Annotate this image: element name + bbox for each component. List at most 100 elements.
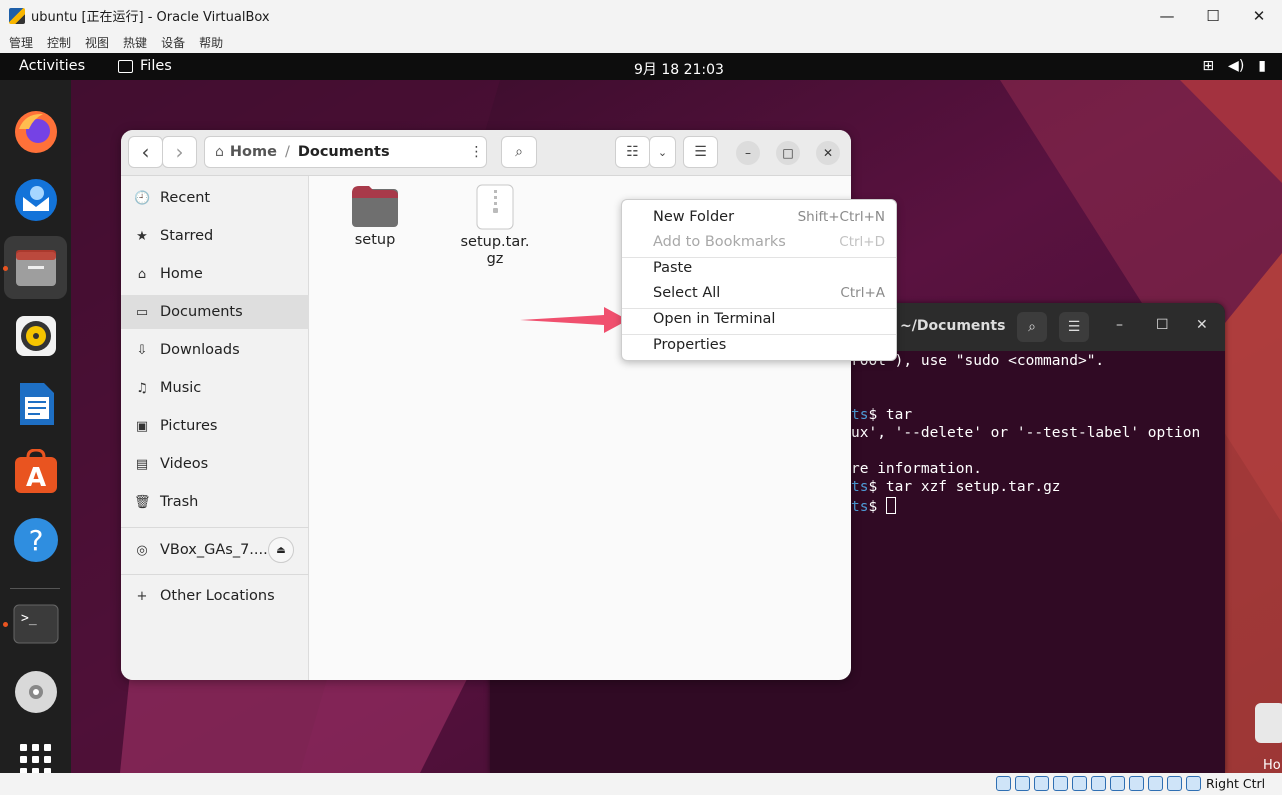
- sidebar-item-other-locations[interactable]: + Other Locations: [121, 579, 309, 613]
- hdd-icon[interactable]: [996, 776, 1011, 791]
- kebab-icon: ⋮: [469, 144, 484, 160]
- path-home[interactable]: Home: [230, 144, 277, 160]
- terminal-launcher[interactable]: >_: [4, 592, 67, 655]
- network-icon[interactable]: [1053, 776, 1068, 791]
- search-button[interactable]: ⌕: [501, 136, 537, 168]
- libreoffice-writer-launcher[interactable]: [4, 372, 67, 435]
- terminal-menu-button[interactable]: ☰: [1059, 312, 1089, 342]
- help-launcher[interactable]: ?: [4, 508, 67, 571]
- menu-item-properties[interactable]: Properties: [653, 337, 893, 361]
- mouse-integration-icon[interactable]: [1167, 776, 1182, 791]
- menu-item-open-in-terminal[interactable]: Open in Terminal: [653, 311, 893, 335]
- vbox-menubar: 管理 控制 视图 热键 设备 帮助: [0, 31, 1282, 53]
- view-list-button[interactable]: ☷: [615, 136, 650, 168]
- close-button[interactable]: ✕: [1236, 0, 1282, 31]
- path-bar[interactable]: ⌂ Home / Documents: [204, 136, 487, 168]
- dvd-launcher[interactable]: [4, 660, 67, 723]
- sidebar-item-vbox-device[interactable]: ◎ VBox_GAs_7.... ⏏: [121, 533, 309, 567]
- sidebar-item-recent[interactable]: 🕘 Recent: [121, 181, 309, 215]
- desktop-home-label: Ho: [1263, 758, 1281, 773]
- sidebar-item-pictures[interactable]: ▣ Pictures: [121, 409, 309, 443]
- path-documents[interactable]: Documents: [298, 144, 390, 160]
- terminal-maximize-button[interactable]: ☐: [1156, 317, 1169, 333]
- window-maximize-button[interactable]: □: [776, 141, 800, 165]
- vbox-title: ubuntu [正在运行] - Oracle VirtualBox: [31, 10, 270, 25]
- minimize-button[interactable]: —: [1144, 0, 1190, 31]
- sidebar-item-documents[interactable]: ▭ Documents: [121, 295, 309, 329]
- audio-icon[interactable]: [1034, 776, 1049, 791]
- shared-folder-icon[interactable]: [1091, 776, 1106, 791]
- display-icon[interactable]: [1110, 776, 1125, 791]
- hamburger-icon: ☰: [694, 144, 707, 160]
- file-item-archive[interactable]: setup.tar. gz: [456, 184, 534, 268]
- menu-view[interactable]: 视图: [85, 34, 109, 51]
- home-folder-desktop-icon[interactable]: [1255, 703, 1282, 743]
- app-menu[interactable]: Files: [118, 58, 172, 74]
- file-item-folder[interactable]: setup: [341, 184, 409, 248]
- menu-separator: [622, 334, 896, 335]
- terminal-close-button[interactable]: ✕: [1196, 317, 1208, 333]
- main-menu-button[interactable]: ☰: [683, 136, 718, 168]
- file-name: setup: [354, 232, 396, 248]
- sidebar-item-home[interactable]: ⌂ Home: [121, 257, 309, 291]
- menu-item-select-all[interactable]: Select All Ctrl+A: [653, 285, 893, 309]
- sidebar-item-videos[interactable]: ▤ Videos: [121, 447, 309, 481]
- recording-icon[interactable]: [1129, 776, 1144, 791]
- files-app-icon: [15, 249, 56, 286]
- grid-icon: [19, 743, 51, 773]
- sidebar-separator: [121, 527, 309, 528]
- chevron-right-icon: ›: [175, 140, 184, 164]
- firefox-launcher[interactable]: [4, 100, 67, 163]
- view-options-button[interactable]: ⌄: [649, 136, 676, 168]
- network-icon: ⊞: [1202, 58, 1215, 74]
- cpu-icon[interactable]: [1148, 776, 1163, 791]
- back-button[interactable]: ‹: [128, 136, 163, 168]
- menu-hotkeys[interactable]: 热键: [123, 34, 147, 51]
- menu-control[interactable]: 控制: [47, 34, 71, 51]
- activities-button[interactable]: Activities: [19, 58, 85, 74]
- app-center-launcher[interactable]: A: [4, 440, 67, 503]
- dock-separator: [10, 588, 60, 589]
- hamburger-icon: ☰: [1067, 319, 1081, 335]
- path-separator: /: [284, 144, 290, 160]
- chevron-left-icon: ‹: [141, 140, 150, 164]
- system-tray[interactable]: ⊞ ◀) ▮: [1202, 58, 1266, 74]
- menu-devices[interactable]: 设备: [161, 34, 185, 51]
- vbox-statusbar: Right Ctrl: [0, 773, 1282, 795]
- app-center-icon: A: [14, 448, 57, 493]
- optical-icon[interactable]: [1015, 776, 1030, 791]
- clock[interactable]: 9月 18 21:03: [634, 59, 724, 79]
- sidebar-item-downloads[interactable]: ⇩ Downloads: [121, 333, 309, 367]
- thunderbird-launcher[interactable]: [4, 168, 67, 231]
- menu-item-add-to-bookmarks: Add to Bookmarks Ctrl+D: [653, 234, 885, 250]
- guest-screen: Activities Files 9月 18 21:03 ⊞ ◀) ▮ A ? …: [0, 53, 1282, 773]
- sidebar-item-starred[interactable]: ★ Starred: [121, 219, 309, 253]
- keyboard-icon[interactable]: [1186, 776, 1201, 791]
- terminal-line: ts$: [851, 497, 896, 515]
- path-menu-button[interactable]: ⋮: [459, 136, 494, 168]
- eject-button[interactable]: ⏏: [268, 537, 294, 563]
- window-close-button[interactable]: ✕: [816, 141, 840, 165]
- terminal-minimize-button[interactable]: –: [1116, 317, 1123, 333]
- window-minimize-button[interactable]: –: [736, 141, 760, 165]
- host-key-label: Right Ctrl: [1206, 776, 1266, 791]
- usb-icon[interactable]: [1072, 776, 1087, 791]
- gnome-topbar: Activities Files 9月 18 21:03 ⊞ ◀) ▮: [0, 53, 1282, 80]
- sidebar-separator: [121, 574, 309, 575]
- menu-item-new-folder[interactable]: New Folder Shift+Ctrl+N: [653, 209, 893, 233]
- dock: A ? >_: [0, 80, 71, 773]
- maximize-button[interactable]: ☐: [1190, 0, 1236, 31]
- device-status-icons[interactable]: [996, 776, 1201, 791]
- sidebar-item-trash[interactable]: 🗑 Trash: [121, 485, 309, 519]
- terminal-line: re information.: [851, 461, 982, 477]
- sidebar-item-music[interactable]: ♫ Music: [121, 371, 309, 405]
- menu-manage[interactable]: 管理: [9, 34, 33, 51]
- rhythmbox-launcher[interactable]: [4, 304, 67, 367]
- show-apps-button[interactable]: [4, 728, 67, 773]
- menu-item-paste[interactable]: Paste: [653, 260, 893, 284]
- terminal-search-button[interactable]: ⌕: [1017, 312, 1047, 342]
- files-launcher[interactable]: [4, 236, 67, 299]
- menu-help[interactable]: 帮助: [199, 34, 223, 51]
- forward-button[interactable]: ›: [162, 136, 197, 168]
- places-sidebar: 🕘 Recent ★ Starred ⌂ Home ▭ Documents ⇩ Downl…: [121, 176, 309, 680]
